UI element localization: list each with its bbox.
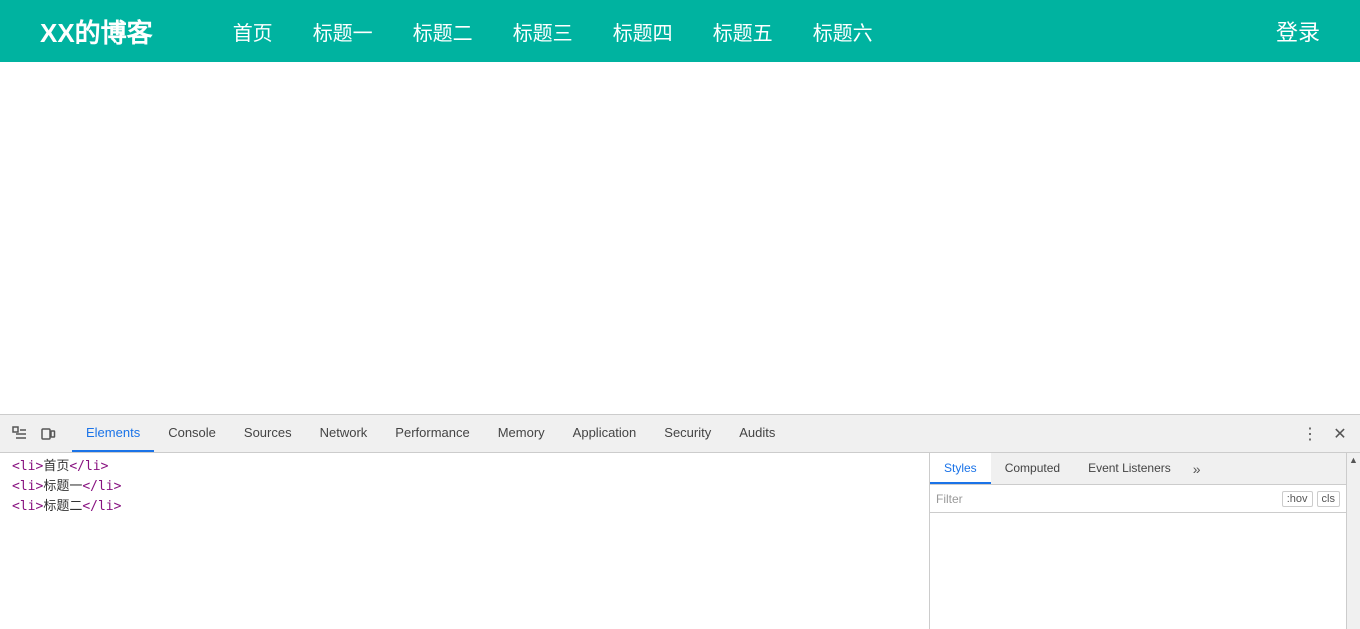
filter-cls-option[interactable]: cls — [1317, 491, 1340, 507]
tab-security[interactable]: Security — [650, 415, 725, 452]
devtools-main: <li>首页</li> <li>标题一</li> <li>标题二</li> St… — [0, 453, 1360, 629]
login-button[interactable]: 登录 — [1276, 15, 1320, 47]
nav-link-2[interactable]: 标题二 — [413, 17, 473, 46]
devtools-panel: Elements Console Sources Network Perform… — [0, 414, 1360, 629]
tab-console[interactable]: Console — [154, 415, 230, 452]
brand-title: XX的博客 — [40, 13, 153, 50]
styles-content — [930, 513, 1346, 629]
more-options-icon[interactable]: ⋮ — [1298, 422, 1322, 446]
dom-panel: <li>首页</li> <li>标题一</li> <li>标题二</li> — [0, 453, 930, 629]
device-toolbar-icon[interactable] — [36, 422, 60, 446]
close-devtools-icon[interactable]: ✕ — [1328, 422, 1352, 446]
style-tab-event-listeners[interactable]: Event Listeners — [1074, 453, 1185, 484]
dom-line-2: <li>标题一</li> — [8, 477, 921, 497]
nav-link-6[interactable]: 标题六 — [813, 17, 873, 46]
devtools-toolbar-right: ⋮ ✕ — [1298, 422, 1352, 446]
browser-window: XX的博客 首页 标题一 标题二 标题三 标题四 标题五 标题六 登录 — [0, 0, 1360, 629]
scroll-up-arrow[interactable]: ▲ — [1347, 453, 1360, 467]
navbar: XX的博客 首页 标题一 标题二 标题三 标题四 标题五 标题六 登录 — [0, 0, 1360, 62]
nav-link-3[interactable]: 标题三 — [513, 17, 573, 46]
filter-input[interactable] — [936, 492, 1282, 506]
tab-memory[interactable]: Memory — [484, 415, 559, 452]
nav-links: 首页 标题一 标题二 标题三 标题四 标题五 标题六 — [233, 17, 1276, 46]
styles-panel: Styles Computed Event Listeners » :hov c… — [930, 453, 1346, 629]
devtools-toolbar: Elements Console Sources Network Perform… — [0, 415, 1360, 453]
scroll-arrow-panel: ▲ — [1346, 453, 1360, 629]
nav-link-1[interactable]: 标题一 — [313, 17, 373, 46]
tab-performance[interactable]: Performance — [381, 415, 483, 452]
filter-bar: :hov cls — [930, 485, 1346, 513]
nav-link-home[interactable]: 首页 — [233, 17, 273, 46]
nav-link-4[interactable]: 标题四 — [613, 17, 673, 46]
tab-elements[interactable]: Elements — [72, 415, 154, 452]
inspect-element-icon[interactable] — [8, 422, 32, 446]
devtools-left-icons — [8, 422, 60, 446]
nav-link-5[interactable]: 标题五 — [713, 17, 773, 46]
filter-options: :hov cls — [1282, 491, 1340, 507]
tab-audits[interactable]: Audits — [725, 415, 789, 452]
devtools-tabs: Elements Console Sources Network Perform… — [72, 415, 789, 452]
page-content — [0, 62, 1360, 414]
tab-network[interactable]: Network — [306, 415, 382, 452]
dom-line-3: <li>标题二</li> — [8, 497, 921, 517]
webpage-area: XX的博客 首页 标题一 标题二 标题三 标题四 标题五 标题六 登录 — [0, 0, 1360, 414]
filter-hov-option[interactable]: :hov — [1282, 491, 1313, 507]
style-tab-computed[interactable]: Computed — [991, 453, 1074, 484]
styles-tabs: Styles Computed Event Listeners » — [930, 453, 1346, 485]
tab-sources[interactable]: Sources — [230, 415, 306, 452]
tab-application[interactable]: Application — [559, 415, 651, 452]
dom-line-1: <li>首页</li> — [8, 457, 921, 477]
style-tab-styles[interactable]: Styles — [930, 453, 991, 484]
styles-tab-more-icon[interactable]: » — [1185, 453, 1209, 484]
